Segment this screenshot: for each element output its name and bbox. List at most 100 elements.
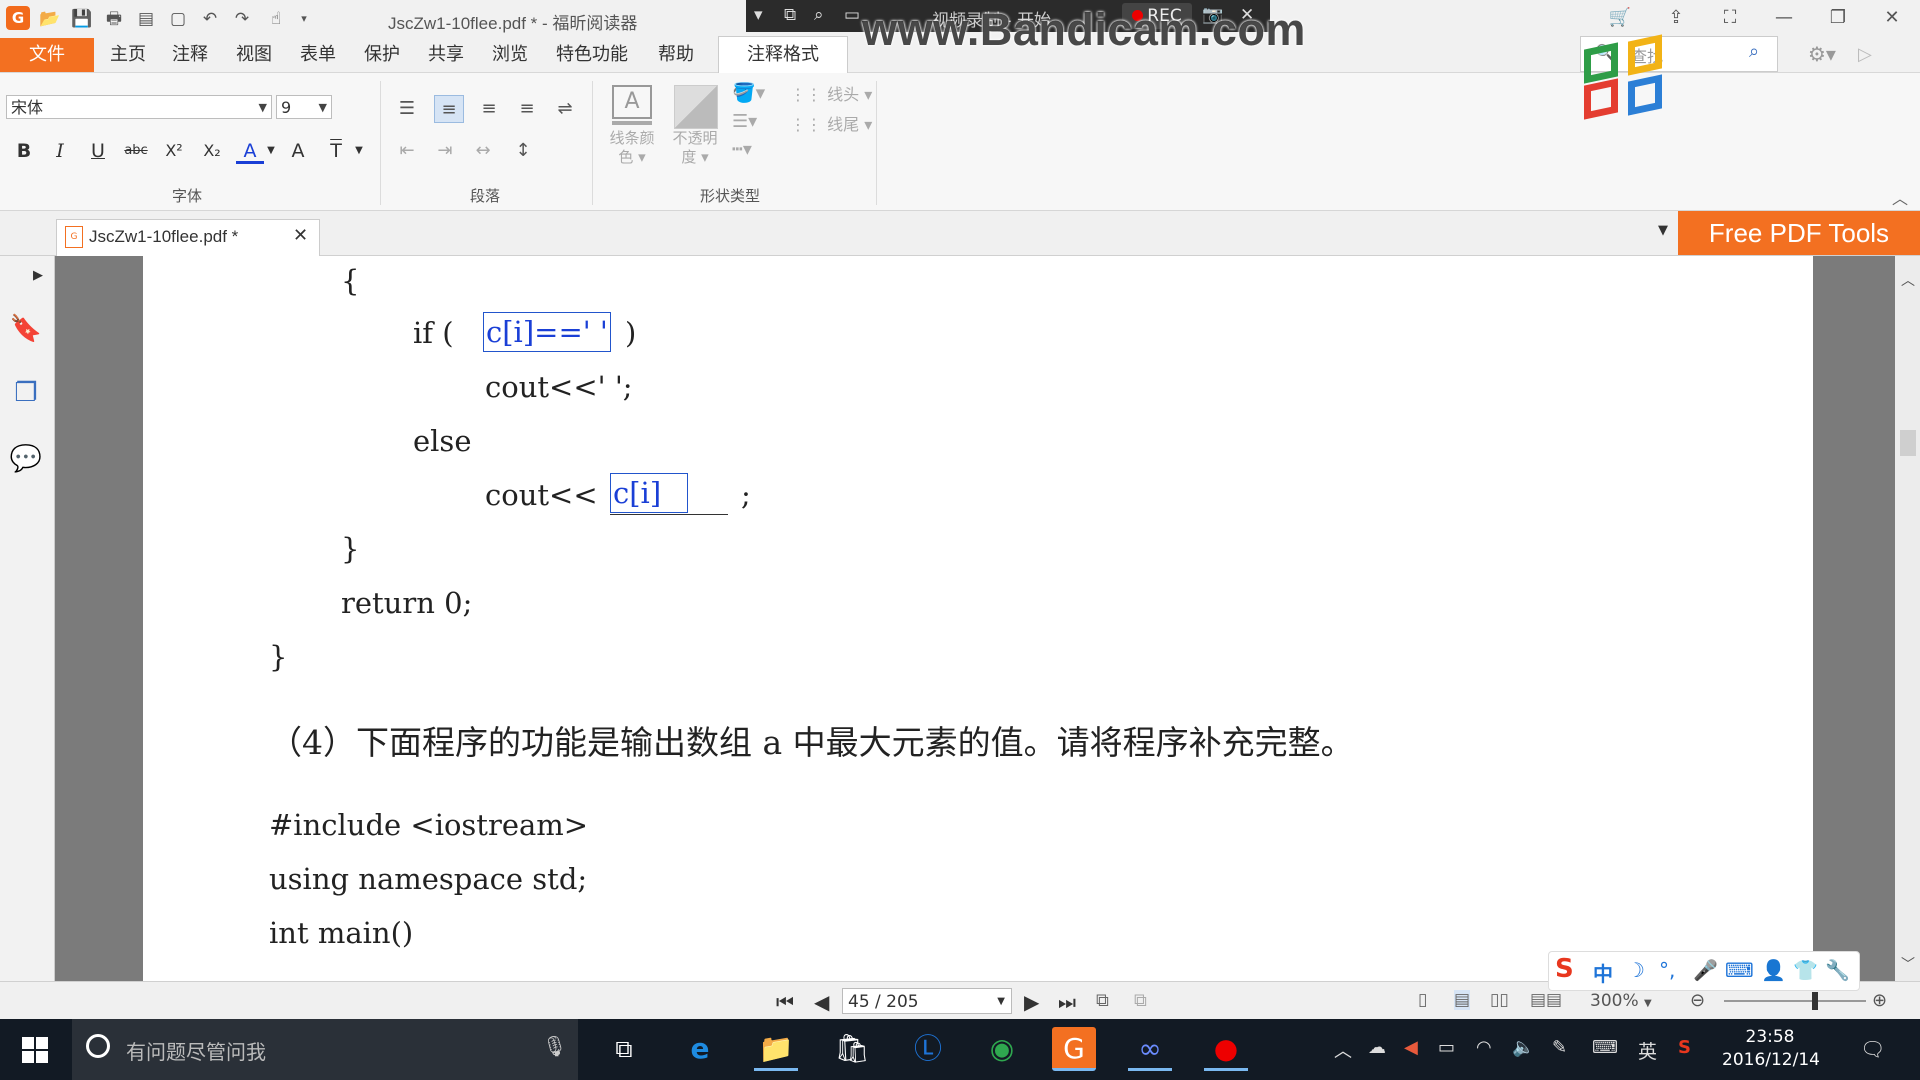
scrollbar-thumb[interactable] [1900,430,1916,456]
settings-gear-icon[interactable]: ⚙▾ [1808,42,1836,66]
menu-home[interactable]: 主页 [110,38,146,72]
collapse-ribbon-icon[interactable]: ︿ [1892,185,1908,209]
wifi-icon[interactable]: ◠ [1476,1037,1492,1058]
touch-keyboard-icon[interactable]: ⌨ [1592,1037,1618,1058]
tab-list-icon[interactable]: ▼ [1658,223,1668,238]
next-view-icon[interactable]: ⧉ [1134,990,1147,1011]
scroll-right-icon[interactable]: ▷ [1858,44,1872,65]
menu-protect[interactable]: 保护 [364,38,400,72]
align-right-icon[interactable]: ≡ [512,95,542,123]
infinity-app-icon[interactable]: ∞ [1128,1027,1172,1071]
expand-panel-icon[interactable]: ▶ [33,268,43,283]
user-icon[interactable]: 👤 [1761,958,1786,982]
superscript-button[interactable]: X² [160,137,188,165]
cloud-icon[interactable]: ☁ [1368,1037,1386,1058]
facing-page-icon[interactable]: ▯▯ [1490,990,1509,1010]
notification-icon[interactable]: 🗨 [1860,1037,1885,1061]
volume-icon[interactable]: 🔈 [1512,1037,1534,1058]
microphone-icon[interactable]: 🎤 [1693,958,1718,982]
decrease-indent-icon[interactable]: ⇤ [392,137,422,165]
zoom-level[interactable]: 300% ▼ [1590,991,1652,1011]
cart-icon[interactable]: 🛒 [1602,4,1638,32]
font-size-select[interactable]: 9 ▼ [276,95,332,119]
search-input[interactable]: 有问题尽管问我 [126,1036,266,1065]
page-number-input[interactable]: 45 / 205 ▼ [842,988,1012,1014]
bookmark-icon[interactable]: 🔖 [9,312,43,346]
menu-help[interactable]: 帮助 [658,38,694,72]
scan-icon[interactable]: ▤ [134,7,158,31]
continuous-page-icon[interactable]: ▤ [1454,990,1471,1010]
pages-icon[interactable]: ❐ [9,376,43,410]
prev-page-icon[interactable]: ◀ [814,990,829,1014]
zoom-slider[interactable] [1724,1000,1866,1002]
free-pdf-tools-button[interactable]: Free PDF Tools [1678,211,1920,255]
zoom-in-icon[interactable]: ⊕ [1872,990,1887,1011]
font-color-button[interactable]: A [236,137,264,164]
ime-mode[interactable]: 中 [1593,958,1613,987]
align-left-icon[interactable]: ≡ [434,95,464,123]
tab-document[interactable]: G JscZw1-10flee.pdf * ✕ [56,219,320,257]
clear-format-button[interactable]: A [284,137,312,165]
annotation-textbox[interactable]: c[i]==' ' [483,312,611,352]
annotation-textbox[interactable]: c[i] [610,473,688,513]
line-width-icon[interactable]: ☰▾ [732,111,757,132]
restore-button[interactable]: ❐ [1820,4,1856,32]
menu-features[interactable]: 特色功能 [556,38,628,72]
minimize-button[interactable]: — [1766,4,1802,32]
sound-muted-icon[interactable]: ◀ [1404,1037,1418,1058]
vertical-scrollbar[interactable]: ︿ ﹀ [1895,256,1920,981]
undo-icon[interactable]: ↶ [198,7,222,31]
comments-icon[interactable]: 💬 [9,442,43,476]
close-button[interactable]: ✕ [1874,4,1910,32]
fill-color-icon[interactable]: 🪣▾ [732,81,765,104]
share-icon[interactable]: ⇪ [1658,4,1694,32]
scroll-up-icon[interactable]: ︿ [1901,270,1915,290]
previous-view-icon[interactable]: ⧉ [1096,990,1109,1011]
scroll-down-icon[interactable]: ﹀ [1901,954,1915,974]
redo-icon[interactable]: ↷ [230,7,254,31]
menu-icon[interactable]: ▾ [754,5,763,25]
line-style-icon[interactable]: ┅▾ [732,139,752,160]
font-name-select[interactable]: 宋体 ▼ [6,95,272,119]
strikethrough-button[interactable]: abc [122,137,150,165]
bold-button[interactable]: B [10,137,38,165]
customize-toolbar-icon[interactable]: ▾ [292,7,316,31]
last-page-icon[interactable]: ⏭ [1058,990,1076,1014]
keyboard-icon[interactable]: ⌨ [1725,958,1754,982]
file-explorer-icon[interactable]: 📁 [754,1027,798,1071]
chevron-down-icon[interactable]: ▼ [352,137,366,165]
half-width-icon[interactable]: ☽ [1627,958,1645,982]
bullet-list-icon[interactable]: ☰ [392,95,422,123]
line-spacing-icon[interactable]: ↕ [508,137,538,165]
print-icon[interactable]: 🖶 [102,7,126,31]
align-center-icon[interactable]: ≡ [474,95,504,123]
increase-indent-icon[interactable]: ⇥ [430,137,460,165]
pen-icon[interactable]: ✎ [1552,1037,1567,1058]
opacity-button[interactable]: 不透明度 ▾ [666,129,724,167]
skin-icon[interactable]: 👕 [1793,958,1818,982]
line-end-button[interactable]: ⋮⋮ 线尾 ▾ [790,111,872,135]
menu-file[interactable]: 文件 [0,38,94,72]
zoom-out-icon[interactable]: ⊖ [1690,990,1705,1011]
wrench-icon[interactable]: 🔧 [1825,958,1850,982]
opacity-icon[interactable] [674,85,718,129]
zoom-icon[interactable]: ⌕ [814,5,824,25]
microphone-icon[interactable]: 🎙 [542,1034,567,1058]
italic-button[interactable]: I [46,137,74,165]
task-view-icon[interactable]: ⧉ [602,1027,646,1071]
open-icon[interactable]: 📂 [38,7,62,31]
justify-icon[interactable]: ⇌ [550,95,580,123]
fullscreen-icon[interactable]: ⛶ [1712,4,1748,32]
input-language[interactable]: 英 [1638,1037,1657,1064]
app-l-icon[interactable]: Ⓛ [906,1027,950,1071]
region-icon[interactable]: ▭ [844,5,860,25]
menu-browse[interactable]: 浏览 [492,38,528,72]
close-tab-icon[interactable]: ✕ [293,225,308,246]
continuous-facing-icon[interactable]: ▤▤ [1530,990,1562,1010]
first-page-icon[interactable]: ⏮ [776,990,794,1014]
next-page-icon[interactable]: ▶ [1024,990,1039,1014]
menu-form[interactable]: 表单 [300,38,336,72]
menu-view[interactable]: 视图 [236,38,272,72]
store-icon[interactable]: 🛍 [830,1027,874,1071]
window-icon[interactable]: ⧉ [784,5,796,25]
